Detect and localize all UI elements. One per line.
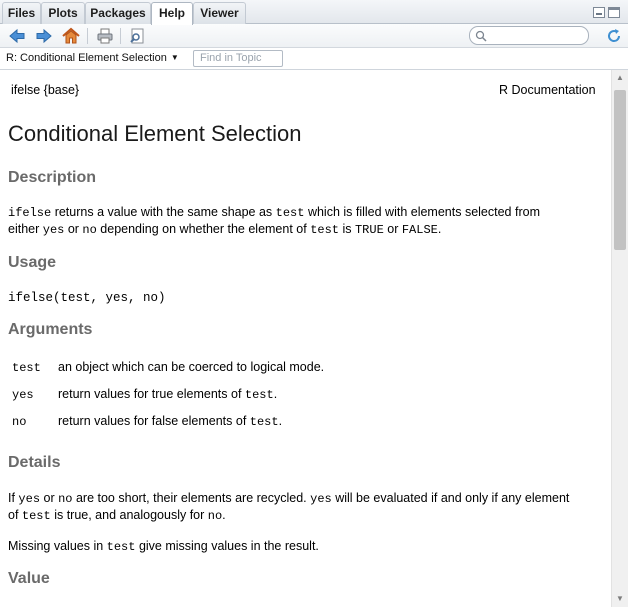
scrollbar-thumb[interactable] (614, 90, 626, 250)
argument-description: return values for false elements of test… (58, 414, 283, 429)
details-text-line1: If yes or no are too short, their elemen… (8, 491, 570, 506)
section-heading-arguments: Arguments (8, 321, 93, 338)
search-icon (475, 30, 487, 42)
tab-files[interactable]: Files (2, 2, 41, 24)
description-text-line2: either yes or no depending on whether th… (8, 222, 442, 237)
tab-plots[interactable]: Plots (41, 2, 85, 24)
tab-help[interactable]: Help (151, 2, 193, 25)
help-search-input[interactable] (469, 26, 589, 45)
argument-description: return values for true elements of test. (58, 387, 278, 402)
toolbar-separator (120, 28, 121, 44)
chevron-down-icon: ▼ (170, 53, 179, 62)
argument-name: no (12, 415, 27, 429)
home-icon[interactable] (61, 26, 81, 46)
pane-tab-bar: Files Plots Packages Help Viewer (0, 0, 628, 25)
description-text-line1: ifelse returns a value with the same sha… (8, 205, 540, 220)
page-title: Conditional Element Selection (8, 121, 302, 146)
doc-source-label: R Documentation (499, 83, 596, 97)
topic-selector[interactable]: R: Conditional Element Selection ▼ (6, 51, 179, 66)
topic-bar: R: Conditional Element Selection ▼ Find i… (0, 48, 628, 70)
section-heading-value: Value (8, 570, 50, 587)
window-controls (593, 7, 620, 18)
section-heading-description: Description (8, 169, 97, 186)
argument-name: yes (12, 388, 34, 402)
details-text-line2: of test is true, and analogously for no. (8, 508, 226, 523)
scroll-up-icon[interactable]: ▲ (612, 70, 628, 86)
vertical-scrollbar[interactable]: ▲ ▼ (611, 70, 628, 607)
find-in-page-icon[interactable] (127, 26, 147, 46)
refresh-icon[interactable] (604, 26, 624, 46)
print-icon[interactable] (95, 26, 115, 46)
usage-code: ifelse(test, yes, no) (8, 291, 166, 305)
find-in-topic-input[interactable]: Find in Topic (193, 50, 283, 67)
tab-viewer[interactable]: Viewer (193, 2, 246, 24)
help-toolbar (0, 24, 628, 48)
scroll-down-icon[interactable]: ▼ (612, 591, 628, 607)
back-arrow-icon[interactable] (7, 26, 27, 46)
minimize-pane-button[interactable] (593, 7, 605, 18)
topic-selector-label: R: Conditional Element Selection (6, 52, 167, 64)
details-text-para2: Missing values in test give missing valu… (8, 539, 319, 554)
argument-description: an object which can be coerced to logica… (58, 360, 325, 374)
forward-arrow-icon[interactable] (34, 26, 54, 46)
tab-packages[interactable]: Packages (85, 2, 151, 24)
maximize-pane-button[interactable] (608, 7, 620, 18)
section-heading-usage: Usage (8, 254, 57, 271)
help-content: ifelse {base} R Documentation Conditiona… (0, 70, 611, 607)
toolbar-separator (87, 28, 88, 44)
section-heading-details: Details (8, 454, 61, 471)
doc-package-label: ifelse {base} (11, 83, 80, 97)
argument-name: test (12, 361, 41, 375)
